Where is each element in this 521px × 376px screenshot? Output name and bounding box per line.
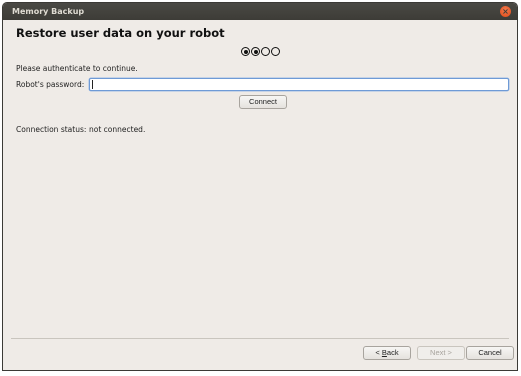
connection-status-label: Connection status:: [16, 125, 87, 134]
password-label: Robot's password:: [16, 80, 85, 89]
step-3-icon: [261, 47, 270, 56]
back-button[interactable]: < Back: [363, 346, 411, 360]
close-icon[interactable]: ×: [500, 6, 511, 17]
page-title: Restore user data on your robot: [16, 26, 225, 40]
password-field[interactable]: [89, 78, 509, 91]
step-4-icon: [271, 47, 280, 56]
step-indicator: [241, 47, 280, 56]
connection-status-value: not connected.: [89, 125, 146, 134]
next-button[interactable]: Next >: [417, 346, 465, 360]
memory-backup-window: Memory Backup × Restore user data on you…: [2, 2, 518, 371]
cancel-button[interactable]: Cancel: [466, 346, 514, 360]
step-2-icon: [251, 47, 260, 56]
auth-prompt: Please authenticate to continue.: [16, 64, 138, 73]
window-title: Memory Backup: [12, 7, 85, 16]
step-1-icon: [241, 47, 250, 56]
footer-divider: [11, 338, 509, 339]
title-bar[interactable]: Memory Backup ×: [3, 3, 517, 20]
connect-button[interactable]: Connect: [239, 95, 287, 109]
back-rest: ack: [386, 348, 399, 357]
text-caret: [92, 80, 93, 89]
